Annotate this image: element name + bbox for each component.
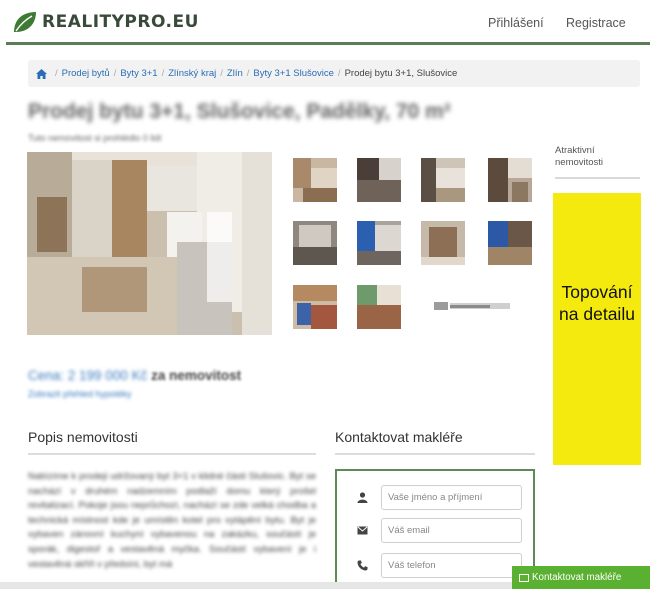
contact-agent-button[interactable]: Kontaktovat makléře — [512, 566, 650, 589]
breadcrumb-separator: / — [220, 68, 223, 79]
photo-thumbnail[interactable] — [357, 158, 401, 202]
contact-divider — [335, 453, 535, 455]
mortgage-link[interactable]: Zobrazit přehled hypotéky — [28, 389, 132, 399]
photo-thumbnail[interactable] — [357, 285, 401, 329]
brand-name: REALITYPRO.EU — [42, 12, 199, 32]
breadcrumb: / Prodej bytů / Byty 3+1 / Zlínský kraj … — [28, 60, 640, 87]
floor-plan-image — [428, 285, 525, 329]
photo-thumbnail[interactable] — [293, 221, 337, 265]
header-divider — [6, 42, 650, 45]
breadcrumb-current: Prodej bytu 3+1, Slušovice — [344, 68, 458, 79]
site-header: REALITYPRO.EU Přihlášení Registrace — [0, 0, 650, 44]
description-heading: Popis nemovitosti — [28, 429, 138, 445]
sidebar-divider — [555, 177, 640, 179]
description-text: Nabízíme k prodeji udržovaný byt 3+1 v k… — [28, 471, 316, 570]
bottom-scroll-bar — [0, 582, 512, 589]
main-photo[interactable] — [27, 152, 272, 335]
register-link[interactable]: Registrace — [566, 16, 626, 30]
contact-heading: Kontaktovat makléře — [335, 429, 463, 445]
site-logo[interactable]: REALITYPRO.EU — [12, 10, 199, 34]
promo-banner[interactable]: Topování na detailu — [553, 193, 641, 465]
breadcrumb-separator: / — [55, 68, 58, 79]
name-input[interactable]: Vaše jméno a příjmení — [381, 485, 522, 510]
contact-form: Vaše jméno a příjmení Váš email Váš tele… — [335, 469, 535, 589]
breadcrumb-separator: / — [113, 68, 117, 79]
photo-thumbnail[interactable] — [488, 158, 532, 202]
thumbnail-image — [488, 221, 532, 265]
home-icon[interactable] — [36, 68, 47, 79]
view-count-note: Tuto nemovitost si prohlédlo 0 lidí — [28, 133, 162, 143]
price-unit-label: za nemovitost — [151, 368, 242, 383]
thumbnail-image — [357, 285, 401, 329]
thumbnail-image — [293, 158, 337, 202]
contact-agent-button-label: Kontaktovat makléře — [532, 572, 622, 583]
thumbnail-image — [488, 158, 532, 202]
thumbnail-image — [421, 221, 465, 265]
thumbnail-image — [357, 221, 401, 265]
photo-thumbnail[interactable] — [488, 221, 532, 265]
thumbnail-image — [293, 221, 337, 265]
breadcrumb-separator: / — [246, 68, 250, 79]
breadcrumb-item-byty-slusovice[interactable]: Byty 3+1 Slušovice — [253, 68, 334, 79]
thumbnail-image — [293, 285, 337, 329]
photo-thumbnail[interactable] — [421, 221, 465, 265]
price-value: Cena: 2 199 000 Kč — [28, 368, 148, 383]
envelope-icon — [519, 573, 529, 582]
breadcrumb-separator: / — [161, 68, 165, 79]
email-input[interactable]: Váš email — [381, 518, 522, 543]
envelope-icon — [353, 522, 371, 540]
breadcrumb-item-zlin[interactable]: Zlín — [227, 68, 243, 79]
photo-thumbnail[interactable] — [357, 221, 401, 265]
description-divider — [28, 453, 316, 455]
phone-row: Váš telefon — [353, 553, 522, 578]
breadcrumb-separator: / — [337, 68, 341, 79]
name-row: Vaše jméno a příjmení — [353, 485, 522, 510]
thumbnail-image — [421, 158, 465, 202]
breadcrumb-item-byty-3-1[interactable]: Byty 3+1 — [120, 68, 157, 79]
photo-thumbnail[interactable] — [421, 158, 465, 202]
login-link[interactable]: Přihlášení — [488, 16, 544, 30]
photo-thumbnail[interactable] — [293, 158, 337, 202]
phone-icon — [353, 557, 371, 575]
photo-thumbnail[interactable] — [293, 285, 337, 329]
kitchen-photo-image — [27, 152, 272, 335]
breadcrumb-item-zlinsky-kraj[interactable]: Zlínský kraj — [168, 68, 216, 79]
promo-banner-text: Topování na detailu — [559, 282, 635, 324]
breadcrumb-item-prodej-bytu[interactable]: Prodej bytů — [62, 68, 110, 79]
price-line: Cena: 2 199 000 Kč za nemovitost — [28, 368, 241, 383]
leaf-logo-icon — [14, 12, 36, 32]
user-icon — [353, 489, 371, 507]
floor-plan-thumbnail[interactable] — [428, 285, 525, 329]
email-row: Váš email — [353, 518, 522, 543]
listing-title: Prodej bytu 3+1, Slušovice, Padělky, 70 … — [28, 100, 451, 123]
thumbnail-image — [357, 158, 401, 202]
attractive-properties-label: Atraktivní nemovitosti — [555, 145, 604, 168]
phone-input[interactable]: Váš telefon — [381, 553, 522, 578]
